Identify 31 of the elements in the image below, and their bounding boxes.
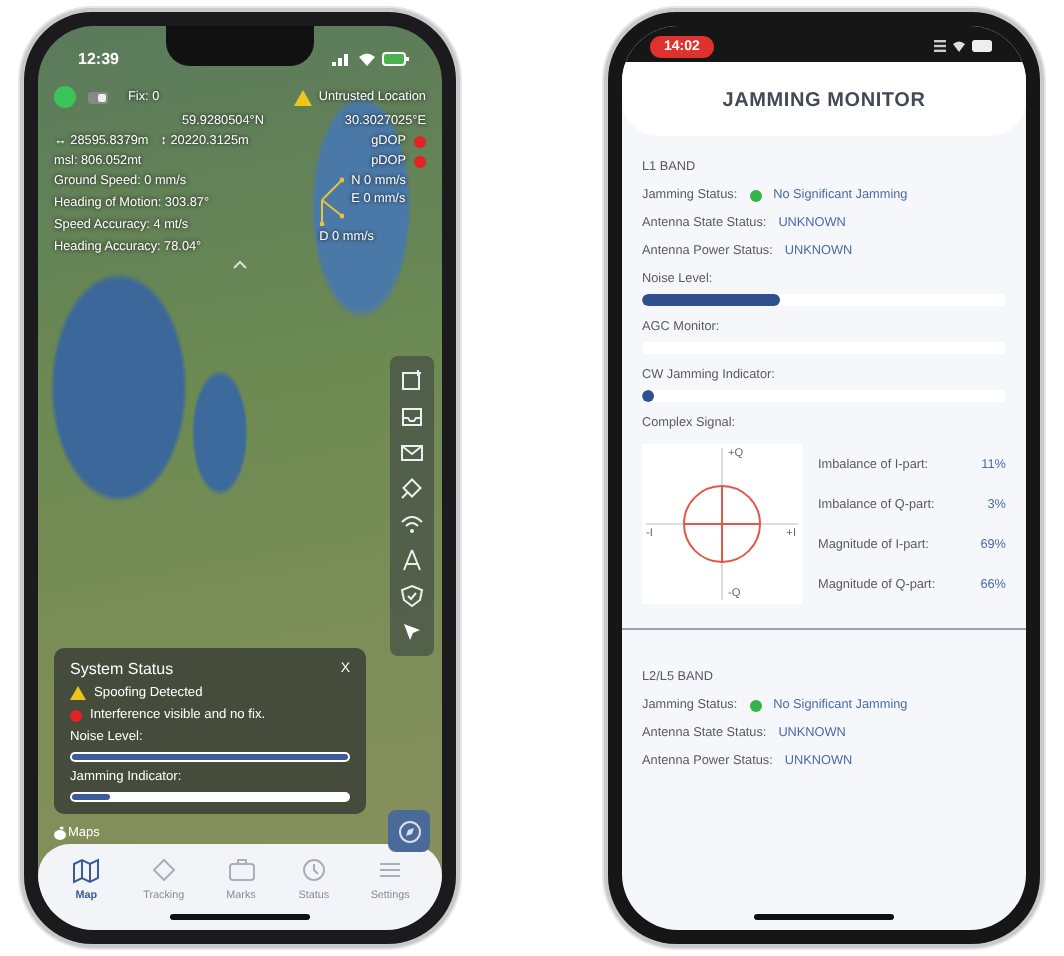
- wifi-icon[interactable]: [400, 512, 424, 536]
- clock-icon: [297, 856, 330, 884]
- home-indicator: [754, 914, 894, 920]
- tray-icon[interactable]: [400, 404, 424, 428]
- cursor-icon[interactable]: [400, 620, 424, 644]
- map-icon: [70, 856, 103, 884]
- home-indicator: [170, 914, 310, 920]
- status-dot-icon: [54, 86, 76, 108]
- dop-status-dot-icon: [414, 155, 426, 167]
- status-dot-icon: [749, 699, 762, 711]
- shield-icon[interactable]: [400, 584, 424, 608]
- status-time: 12:39: [78, 49, 119, 67]
- battery-icon: [382, 51, 410, 65]
- envelope-icon[interactable]: [400, 440, 424, 464]
- status-dot-icon: [749, 189, 762, 201]
- compass-icon: [397, 819, 421, 843]
- square-plus-icon[interactable]: [400, 368, 424, 392]
- wifi-icon: [358, 51, 376, 65]
- panel-title: System Status: [70, 660, 174, 678]
- warning-icon: [70, 686, 86, 700]
- error-dot-icon: [70, 709, 82, 721]
- wifi-icon: [952, 40, 966, 52]
- warning-icon: [294, 89, 313, 105]
- screen-title: JAMMING MONITOR: [622, 62, 1026, 136]
- compass-button[interactable]: [388, 810, 430, 852]
- chevron-up-icon: [232, 260, 248, 270]
- velocity-axes-icon: [319, 174, 344, 226]
- dop-status-dot-icon: [414, 135, 426, 147]
- briefcase-icon: [225, 856, 257, 884]
- battery-icon: [972, 40, 994, 52]
- diamond-icon: [147, 856, 180, 884]
